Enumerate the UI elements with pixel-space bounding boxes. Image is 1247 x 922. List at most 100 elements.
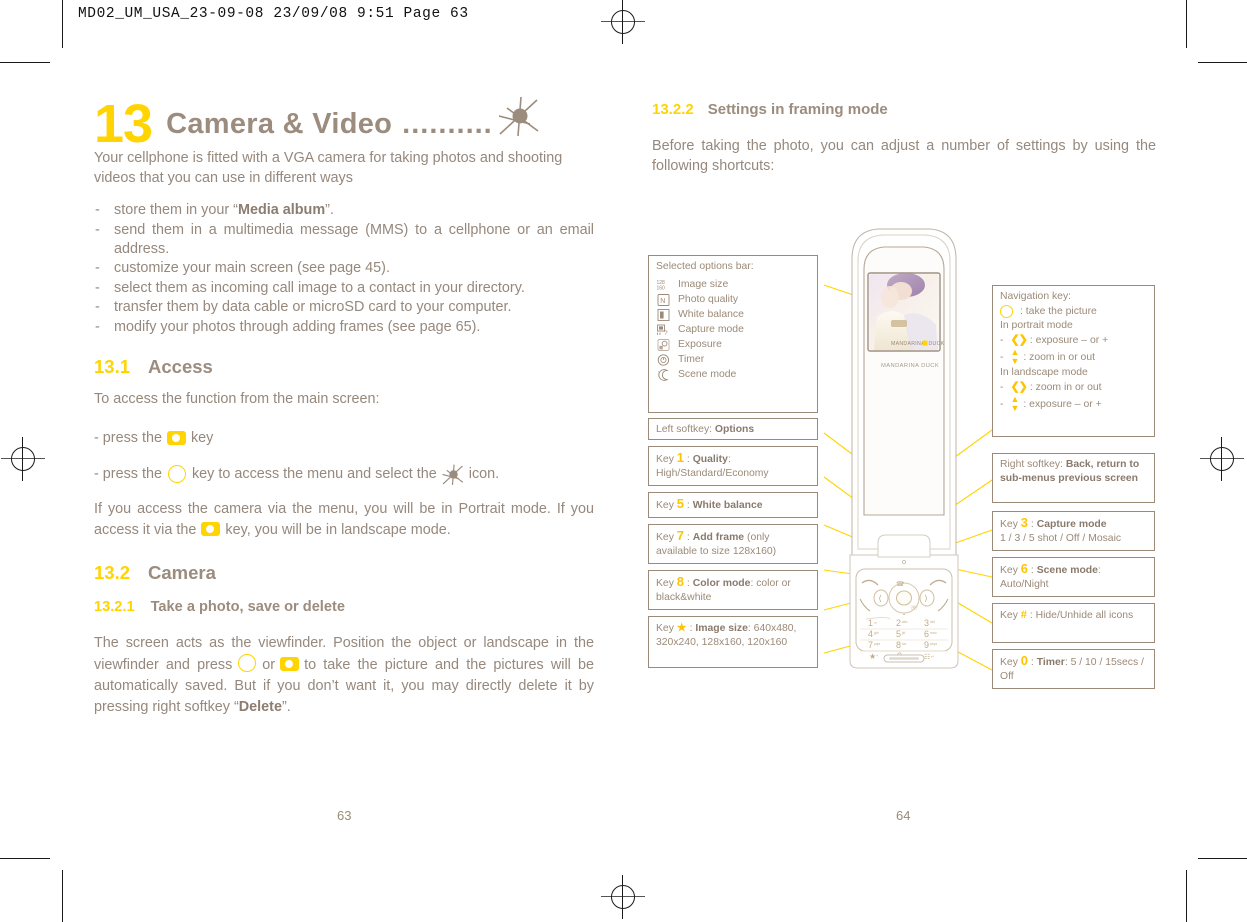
landscape-exposure-row: - ▲ ▼ : exposure – or + <box>1000 394 1102 413</box>
callout-bold: Scene mode <box>1036 565 1098 576</box>
svg-text:8: 8 <box>896 640 901 650</box>
take-photo-paragraph: The screen acts as the viewfinder. Posit… <box>94 634 595 715</box>
crop-mark-bottom-left-horizontal <box>0 858 50 859</box>
section-title: Access <box>148 356 213 378</box>
key-word: Key <box>656 578 674 589</box>
callout-selected-options-bar: Selected options bar: 128 160 Image size … <box>648 255 818 413</box>
ok-navigation-key-icon <box>1000 305 1013 318</box>
section-number: 13.2.1 <box>94 598 135 615</box>
up-down-arrows-icon: ▲ ▼ <box>1010 347 1019 366</box>
chapter-intro-text: Your cellphone is fitted with a VGA came… <box>94 150 563 186</box>
svg-text:⟩: ⟩ <box>925 594 928 603</box>
svg-text:9: 9 <box>924 640 929 650</box>
option-label: White balance <box>678 309 744 320</box>
white-balance-icon <box>656 308 671 322</box>
svg-text:wxyz: wxyz <box>930 642 937 646</box>
callout-colon: : <box>686 454 690 465</box>
svg-text:⌄: ⌄ <box>902 611 907 617</box>
callout-bold: Capture mode <box>1036 519 1107 530</box>
svg-text:N: N <box>660 298 665 305</box>
svg-text:jkl: jkl <box>901 631 905 635</box>
svg-text:def: def <box>930 620 935 624</box>
callout-bold: White balance <box>692 500 763 511</box>
registration-mark-top-center <box>601 0 645 44</box>
camera-shutter-icon <box>497 96 541 143</box>
options-bar-title: Selected options bar: <box>656 261 754 272</box>
key-number: 6 <box>1020 561 1029 576</box>
svg-text:MANDARINA: MANDARINA <box>891 341 925 347</box>
section-title: Take a photo, save or delete <box>150 598 345 615</box>
chapter-heading: 13 Camera & Video .......... <box>94 94 594 154</box>
up-down-arrows-icon: ▲ ▼ <box>1010 394 1019 413</box>
right-page-column: 13.2.2 Settings in framing mode Before ta… <box>652 86 1156 189</box>
key-word: Key <box>1000 657 1018 668</box>
svg-text:ghi: ghi <box>874 631 879 635</box>
left-right-arrows-icon: ❮❯ <box>1010 334 1027 346</box>
image-size-icon: 128 160 <box>656 278 671 292</box>
portrait-exposure-row: - ❮❯ : exposure – or + <box>1000 334 1109 346</box>
callout-key-hash-hide-icons: Key # : Hide/Unhide all icons <box>992 603 1155 643</box>
callout-colon: : <box>686 532 690 543</box>
key-number: 5 <box>676 496 685 511</box>
svg-text:pqrs: pqrs <box>874 642 881 646</box>
crop-mark-bottom-right-horizontal <box>1198 858 1247 859</box>
registration-mark-right <box>1200 437 1244 481</box>
list-item: - transfer them by data cable or microSD … <box>95 299 512 316</box>
callout-colon: : <box>1030 519 1034 530</box>
list-item: - send them in a multimedia message (MMS)… <box>95 221 594 257</box>
svg-text:mno: mno <box>930 631 937 635</box>
svg-text:↵: ↵ <box>931 654 934 659</box>
option-row-exposure: Exposure <box>656 337 811 352</box>
callout-bold: Quality <box>692 454 728 465</box>
timer-icon <box>656 353 671 367</box>
svg-text:5: 5 <box>896 629 901 639</box>
portrait-zoom-row: - ▲ ▼ : zoom in or out <box>1000 347 1096 366</box>
print-job-line: MD02_UM_USA_23-09-08 23/09/08 9:51 Page … <box>78 6 469 22</box>
option-row-capture-mode: ? Capture mode <box>656 322 811 337</box>
callout-colon: : <box>1030 565 1034 576</box>
phone-illustration: MANDARINA DUCK MANDARINA DUCK ☎ ☏ ⟨ ⟩ ^ … <box>844 225 964 669</box>
crop-mark-top-left-vertical <box>62 0 63 48</box>
callout-suffix: : Hide/Unhide all icons <box>1029 610 1134 621</box>
callout-colon: : <box>1030 657 1034 668</box>
option-row-scene-mode: Scene mode <box>656 367 811 382</box>
option-row-white-balance: White balance <box>656 307 811 322</box>
key-word: Key <box>1000 519 1018 530</box>
callout-colon: : <box>689 623 693 634</box>
option-row-image-size: 128 160 Image size <box>656 277 811 292</box>
svg-text:?: ? <box>664 330 668 337</box>
crop-mark-top-right-horizontal <box>1198 62 1247 63</box>
key-word: Key <box>656 500 674 511</box>
capture-mode-icon: ? <box>656 323 671 337</box>
crop-mark-top-left-horizontal <box>0 62 50 63</box>
landscape-mode-label: In landscape mode <box>1000 367 1088 378</box>
callout-key-7-add-frame: Key 7 : Add frame (only available to siz… <box>648 524 818 564</box>
framing-mode-intro: Before taking the photo, you can adjust … <box>652 138 1156 174</box>
callout-key-0-timer: Key 0 : Timer: 5 / 10 / 15secs / Off <box>992 649 1155 689</box>
callout-bold: Options <box>714 424 755 435</box>
access-step-camera-key: - press the key <box>94 429 214 446</box>
key-number: ★ <box>676 622 687 634</box>
crop-mark-bottom-right-vertical <box>1186 870 1187 922</box>
option-label: Image size <box>678 279 729 290</box>
key-number: 8 <box>676 574 685 589</box>
section-heading-13-2-2: 13.2.2 Settings in framing mode <box>652 101 1156 119</box>
callout-prefix: Right softkey: <box>1000 459 1063 470</box>
camera-key-icon <box>280 656 300 671</box>
section-heading-13-1: 13.1 Access <box>94 357 594 377</box>
callout-bold: Color mode <box>692 578 751 589</box>
list-item: - select them as incoming call image to a… <box>95 279 525 296</box>
option-label: Scene mode <box>678 369 737 380</box>
callout-right-softkey: Right softkey: Back, return to sub-menus… <box>992 453 1155 503</box>
section-title: Settings in framing mode <box>707 101 888 118</box>
navigation-key-title: Navigation key: <box>1000 291 1072 302</box>
option-label: Exposure <box>678 339 722 350</box>
option-label: Timer <box>678 354 705 365</box>
page-number-right: 64 <box>896 808 911 823</box>
key-word: Key <box>1000 565 1018 576</box>
capabilities-list: - store them in your “Media album”. - send… <box>94 201 594 337</box>
key-word: Key <box>1000 610 1018 621</box>
chapter-number: 13 <box>94 94 153 154</box>
option-label: Photo quality <box>678 294 739 305</box>
key-number: 3 <box>1020 515 1029 530</box>
